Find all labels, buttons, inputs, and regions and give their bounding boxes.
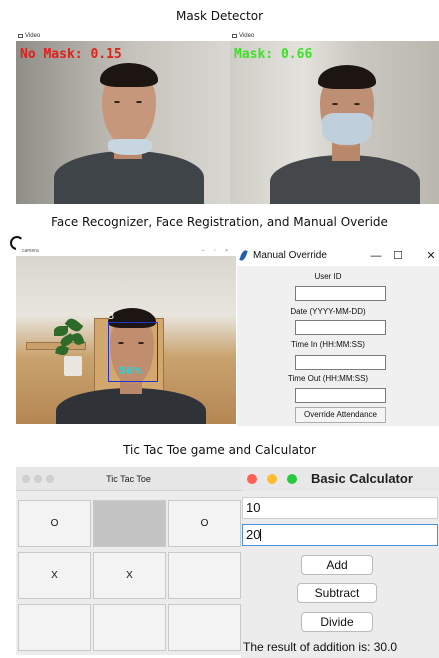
manual-override-window: Manual Override — ☐ ✕ User ID Date (YYYY…: [237, 246, 439, 426]
manual-override-titlebar: Manual Override — ☐ ✕: [237, 246, 439, 266]
time-out-input[interactable]: [295, 388, 386, 403]
ttt-cell-2-1[interactable]: [93, 604, 166, 651]
close-dot-icon[interactable]: [22, 475, 30, 483]
minimize-button[interactable]: —: [367, 246, 385, 266]
text-caret: [260, 529, 262, 541]
first-number-input[interactable]: 10: [242, 497, 438, 519]
mask-detector-caption: Mask Detector: [175, 9, 263, 23]
mask-video-window-right: Video Mask: 0.66: [230, 32, 439, 204]
time-out-label: Time Out (HH:MM:SS): [287, 374, 369, 383]
video-feed-right: Mask: 0.66: [230, 41, 439, 204]
ttt-cell-0-2[interactable]: O: [168, 500, 241, 547]
camera-window-title: camera – ▫ ×: [22, 246, 232, 256]
user-id-label: User ID: [314, 272, 342, 281]
manual-override-title: Manual Override: [253, 250, 327, 261]
close-button[interactable]: ✕: [422, 246, 439, 266]
date-input[interactable]: [295, 320, 386, 335]
second-number-input[interactable]: 20: [242, 524, 438, 546]
video-feed-left: No Mask: 0.15: [16, 41, 230, 204]
camera-feed: 3 56%: [16, 256, 236, 424]
override-attendance-button[interactable]: Override Attendance: [295, 407, 386, 423]
ttt-cell-2-2[interactable]: [168, 604, 241, 651]
ttt-cell-0-0[interactable]: O: [18, 500, 91, 547]
minimize-dot-icon[interactable]: [267, 474, 277, 484]
mask-video-window-left: Video No Mask: 0.15: [16, 32, 230, 204]
maximize-button[interactable]: ☐: [389, 246, 407, 266]
manual-override-form: User ID Date (YYYY-MM-DD) Time In (HH:MM…: [237, 266, 439, 426]
ttt-cell-2-0[interactable]: [18, 604, 91, 651]
ttt-cell-0-1[interactable]: [93, 500, 166, 547]
calculation-result: The result of addition is: 30.0: [243, 640, 398, 654]
face-id-label: 3: [108, 311, 115, 322]
games-section-caption: Tic Tac Toe game and Calculator: [123, 443, 316, 457]
zoom-dot-icon[interactable]: [46, 475, 54, 483]
no-mask-score-label: No Mask: 0.15: [20, 47, 122, 62]
feather-icon: [239, 249, 248, 262]
ttt-cell-1-1[interactable]: X: [93, 552, 166, 599]
tic-tac-toe-titlebar: Tic Tac Toe: [16, 467, 241, 491]
divide-button[interactable]: Divide: [301, 612, 373, 632]
calculator-window: Basic Calculator 10 20 Add Subtract Divi…: [241, 467, 439, 658]
video-window-title: Video: [16, 32, 230, 41]
face-confidence-label: 56%: [119, 366, 143, 377]
date-label: Date (YYYY-MM-DD): [290, 307, 366, 316]
person-with-mask: [270, 61, 420, 204]
add-button[interactable]: Add: [301, 555, 373, 575]
video-window-title: Video: [230, 32, 439, 41]
time-in-label: Time In (HH:MM:SS): [291, 340, 365, 349]
minimize-dot-icon[interactable]: [34, 475, 42, 483]
zoom-dot-icon[interactable]: [287, 474, 297, 484]
tic-tac-toe-title: Tic Tac Toe: [106, 474, 151, 484]
calculator-title: Basic Calculator: [311, 471, 413, 486]
close-dot-icon[interactable]: [247, 474, 257, 484]
mask-score-label: Mask: 0.66: [234, 47, 313, 62]
subtract-button[interactable]: Subtract: [297, 583, 377, 603]
face-section-caption: Face Recognizer, Face Registration, and …: [51, 215, 388, 229]
camera-window-controls[interactable]: – ▫ ×: [202, 246, 232, 256]
window-icon: [18, 34, 23, 38]
camera-window: camera – ▫ × 3 56%: [16, 246, 236, 424]
window-icon: [232, 34, 237, 38]
calculator-titlebar: Basic Calculator: [241, 467, 439, 491]
user-id-input[interactable]: [295, 286, 386, 301]
time-in-input[interactable]: [295, 355, 386, 370]
ttt-cell-1-2[interactable]: [168, 552, 241, 599]
person-no-mask: [54, 59, 204, 204]
ttt-cell-1-0[interactable]: X: [18, 552, 91, 599]
tic-tac-toe-window: Tic Tac Toe O O X X: [16, 467, 241, 655]
